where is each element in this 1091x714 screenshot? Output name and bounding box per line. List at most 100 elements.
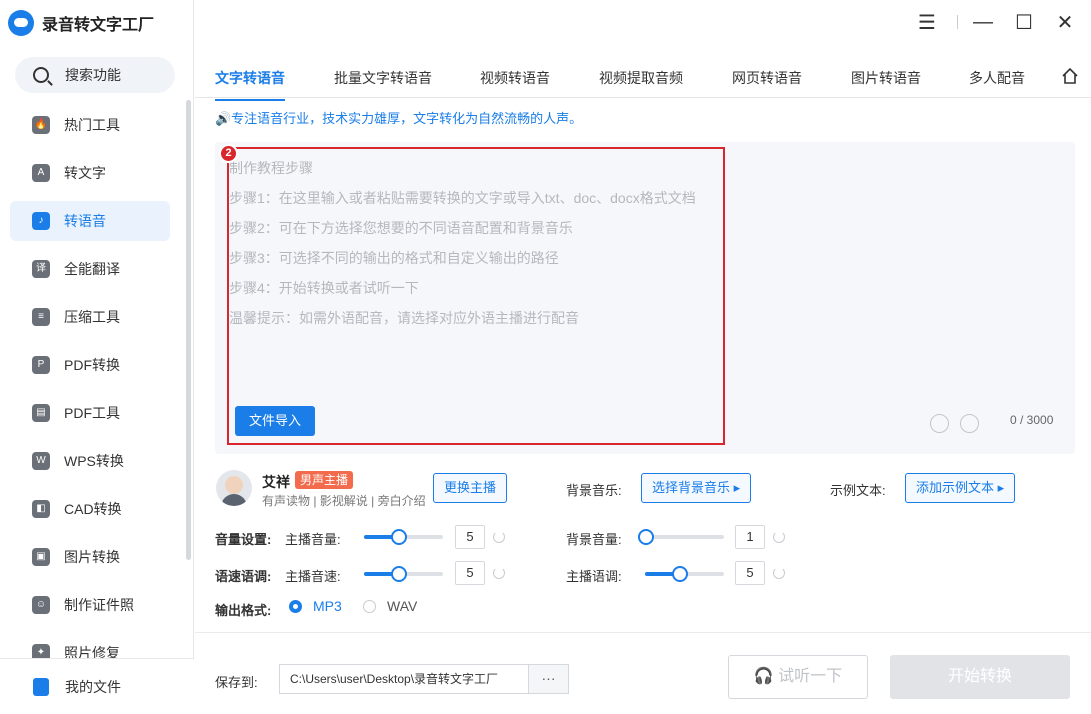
sidebar-item-label: CAD转换 bbox=[64, 501, 122, 517]
bg-volume-input[interactable]: 1 bbox=[735, 525, 765, 549]
host-pitch-slider[interactable] bbox=[645, 566, 724, 582]
bgm-label: 背景音乐: bbox=[566, 483, 622, 498]
tab-image-to-speech[interactable]: 图片转语音 bbox=[851, 68, 921, 88]
voice-icon: ♪ bbox=[32, 212, 50, 230]
preview-button[interactable]: 🎧 试听一下 bbox=[728, 655, 868, 699]
search-button[interactable]: 搜索功能 bbox=[15, 57, 175, 93]
undo-icon[interactable] bbox=[930, 414, 949, 433]
mp3-radio[interactable] bbox=[289, 600, 302, 613]
preview-label: 试听一下 bbox=[778, 668, 843, 685]
highlight-box bbox=[227, 147, 725, 445]
sidebar-item-cad-convert[interactable]: ◧ CAD转换 bbox=[10, 489, 170, 529]
brand: 录音转文字工厂 bbox=[8, 10, 154, 36]
output-format-label: 输出格式: bbox=[215, 603, 272, 618]
reset-icon[interactable] bbox=[493, 567, 505, 579]
sidebar-item-label: 全能翻译 bbox=[64, 261, 120, 277]
tab-video-to-speech[interactable]: 视频转语音 bbox=[480, 68, 550, 88]
compress-icon: ≡ bbox=[32, 308, 50, 326]
sidebar-item-to-speech[interactable]: ♪ 转语音 bbox=[10, 201, 170, 241]
step-badge: 2 bbox=[219, 144, 238, 163]
tab-text-to-speech[interactable]: 文字转语音 bbox=[215, 68, 285, 101]
home-icon[interactable] bbox=[1061, 67, 1079, 85]
sidebar-scrollbar[interactable] bbox=[186, 100, 191, 560]
sidebar-item-to-text[interactable]: A 转文字 bbox=[10, 153, 170, 193]
host-volume-label: 主播音量: bbox=[285, 532, 341, 547]
headphones-icon: 🎧 bbox=[753, 668, 774, 685]
text-icon: A bbox=[32, 164, 50, 182]
my-files-button[interactable]: 我的文件 bbox=[0, 658, 194, 714]
reset-icon[interactable] bbox=[773, 531, 785, 543]
char-counter: 0 / 3000 bbox=[1010, 413, 1054, 427]
tab-bar: 文字转语音 批量文字转语音 视频转语音 视频提取音频 网页转语音 图片转语音 多… bbox=[195, 58, 1091, 101]
voice-description: 有声读物 | 影视解说 | 旁白介绍 bbox=[262, 494, 426, 508]
divider bbox=[195, 632, 1091, 633]
file-import-button[interactable]: 文件导入 bbox=[235, 406, 315, 436]
maximize-icon[interactable]: ☐ bbox=[1008, 10, 1040, 34]
wav-radio-label[interactable]: WAV bbox=[387, 598, 417, 614]
fire-icon: 🔥 bbox=[32, 116, 50, 134]
mp3-radio-label[interactable]: MP3 bbox=[313, 598, 342, 614]
change-voice-button[interactable]: 更换主播 bbox=[433, 473, 508, 503]
sidebar-item-label: 转文字 bbox=[64, 165, 106, 181]
host-pitch-input[interactable]: 5 bbox=[735, 561, 765, 585]
avatar bbox=[216, 470, 252, 506]
sidebar-item-compress[interactable]: ≡ 压缩工具 bbox=[10, 297, 170, 337]
reset-icon[interactable] bbox=[493, 531, 505, 543]
tab-batch-text-to-speech[interactable]: 批量文字转语音 bbox=[334, 68, 432, 88]
add-sample-text-button[interactable]: 添加示例文本 ▸ bbox=[905, 473, 1016, 503]
minimize-icon[interactable]: — bbox=[967, 10, 999, 34]
wav-radio[interactable] bbox=[363, 600, 376, 613]
sidebar-item-label: 热门工具 bbox=[64, 117, 120, 133]
voice-tag-badge: 男声主播 bbox=[295, 471, 354, 489]
sidebar: 录音转文字工厂 搜索功能 🔥 热门工具 A 转文字 ♪ 转语音 译 全能翻译 ≡… bbox=[0, 0, 194, 714]
close-icon[interactable]: ✕ bbox=[1049, 10, 1081, 34]
host-speed-input[interactable]: 5 bbox=[455, 561, 485, 585]
image-icon: ▣ bbox=[32, 548, 50, 566]
reset-icon[interactable] bbox=[773, 567, 785, 579]
tab-extract-audio[interactable]: 视频提取音频 bbox=[599, 68, 683, 88]
host-volume-slider[interactable] bbox=[364, 529, 443, 545]
sidebar-item-label: PDF工具 bbox=[64, 405, 120, 421]
host-speed-label: 主播音速: bbox=[285, 569, 341, 584]
browse-button[interactable]: ··· bbox=[528, 664, 569, 694]
tab-multi-voice[interactable]: 多人配音 bbox=[969, 68, 1025, 88]
sidebar-item-label: 制作证件照 bbox=[64, 597, 134, 613]
sidebar-item-image-convert[interactable]: ▣ 图片转换 bbox=[10, 537, 170, 577]
host-pitch-label: 主播语调: bbox=[566, 569, 622, 584]
sidebar-item-translate[interactable]: 译 全能翻译 bbox=[10, 249, 170, 289]
host-speed-slider[interactable] bbox=[364, 566, 443, 582]
pdf-icon: P bbox=[32, 356, 50, 374]
sidebar-item-label: PDF转换 bbox=[64, 357, 120, 373]
app-logo-icon bbox=[8, 10, 34, 36]
volume-label: 音量设置: bbox=[215, 532, 272, 547]
sidebar-item-wps-convert[interactable]: W WPS转换 bbox=[10, 441, 170, 481]
sidebar-item-hot-tools[interactable]: 🔥 热门工具 bbox=[10, 105, 170, 145]
sidebar-item-id-photo[interactable]: ☺ 制作证件照 bbox=[10, 585, 170, 625]
app-title: 录音转文字工厂 bbox=[42, 17, 155, 34]
save-path-input[interactable]: C:\Users\user\Desktop\录音转文字工厂 bbox=[279, 664, 529, 694]
menu-icon[interactable]: ☰ bbox=[911, 10, 943, 34]
slider-thumb[interactable] bbox=[391, 566, 407, 582]
sidebar-item-label: 转语音 bbox=[64, 213, 106, 229]
sidebar-nav: 🔥 热门工具 A 转文字 ♪ 转语音 译 全能翻译 ≡ 压缩工具 P PDF转换 bbox=[10, 105, 170, 681]
voice-name: 艾祥 bbox=[262, 474, 290, 490]
bg-volume-slider[interactable] bbox=[638, 529, 724, 545]
slider-thumb[interactable] bbox=[391, 529, 407, 545]
sidebar-item-label: 图片转换 bbox=[64, 549, 120, 565]
redo-icon[interactable] bbox=[960, 414, 979, 433]
slider-thumb[interactable] bbox=[672, 566, 688, 582]
cad-icon: ◧ bbox=[32, 500, 50, 518]
sidebar-item-label: 压缩工具 bbox=[64, 309, 120, 325]
bg-volume-label: 背景音量: bbox=[566, 532, 622, 547]
slogan-text: 🔊专注语音行业，技术实力雄厚，文字转化为自然流畅的人声。 bbox=[215, 111, 583, 126]
search-label: 搜索功能 bbox=[65, 67, 121, 83]
divider bbox=[957, 15, 958, 29]
speed-label: 语速语调: bbox=[215, 569, 272, 584]
tab-web-to-speech[interactable]: 网页转语音 bbox=[732, 68, 802, 88]
host-volume-input[interactable]: 5 bbox=[455, 525, 485, 549]
slider-thumb[interactable] bbox=[638, 529, 654, 545]
start-convert-button[interactable]: 开始转换 bbox=[890, 655, 1070, 699]
sidebar-item-pdf-tools[interactable]: ▤ PDF工具 bbox=[10, 393, 170, 433]
select-bgm-button[interactable]: 选择背景音乐 ▸ bbox=[641, 473, 752, 503]
sidebar-item-pdf-convert[interactable]: P PDF转换 bbox=[10, 345, 170, 385]
